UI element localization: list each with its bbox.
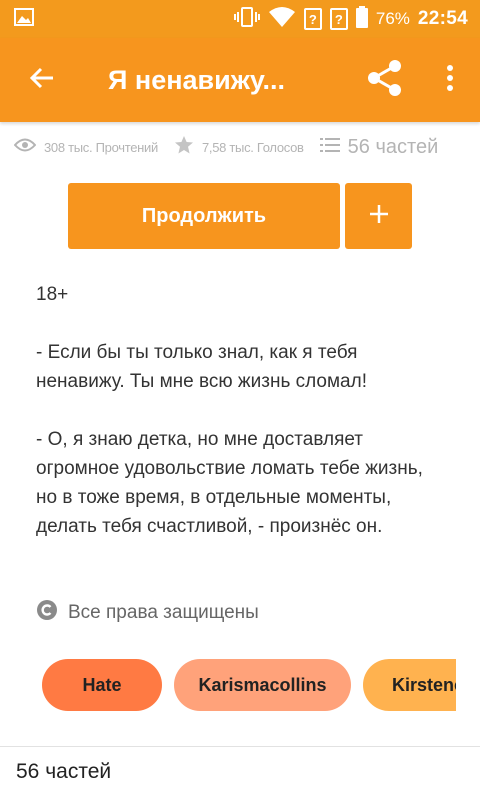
- status-bar: ? ? 76% 22:54: [0, 0, 480, 38]
- page-title: Я ненавижу...: [108, 64, 286, 95]
- vibrate-icon: [233, 6, 260, 33]
- description-paragraph-1: - Если бы ты только знал, как я тебя нен…: [36, 342, 367, 392]
- sim2-icon: ?: [329, 8, 348, 30]
- plus-icon: [368, 203, 390, 230]
- more-options-button[interactable]: [420, 38, 480, 122]
- eye-icon: [13, 138, 37, 157]
- parts-count: 56 частей: [347, 135, 439, 158]
- parts-stat: 56 частей: [319, 135, 439, 159]
- divider: [0, 746, 480, 747]
- battery-icon: [355, 5, 368, 33]
- star-icon: [174, 135, 194, 160]
- add-to-library-button[interactable]: [345, 183, 412, 249]
- description-paragraph-2: - О, я знаю детка, но мне доставляет огр…: [36, 429, 423, 537]
- copyright-icon: [36, 599, 58, 627]
- clock: 22:54: [417, 8, 468, 29]
- continue-reading-button[interactable]: Продолжить: [68, 183, 340, 249]
- battery-percent: 76%: [375, 9, 410, 28]
- reads-stat: 308 тыс. Прочтений: [13, 138, 158, 157]
- list-icon: [319, 137, 340, 158]
- votes-stat: 7,58 тыс. Голосов: [174, 135, 304, 160]
- story-stats: 308 тыс. Прочтений 7,58 тыс. Голосов 56 …: [0, 122, 480, 172]
- wifi-icon: [268, 6, 296, 33]
- more-vertical-icon: [446, 64, 454, 96]
- description-rating: 18+: [36, 284, 69, 305]
- tag-list: Hate Karismacollins Kirstenc: [42, 659, 456, 711]
- copyright-notice: Все права защищены: [36, 599, 259, 627]
- parts-section-header[interactable]: 56 частей: [16, 760, 111, 784]
- copyright-text: Все права защищены: [68, 602, 259, 623]
- tag-chip[interactable]: Karismacollins: [174, 659, 351, 711]
- story-description: 18+ - Если бы ты только знал, как я тебя…: [36, 280, 446, 541]
- back-button[interactable]: [0, 38, 84, 122]
- tag-chip[interactable]: Kirstenc: [363, 659, 456, 711]
- app-bar: Я ненавижу...: [0, 38, 480, 122]
- share-button[interactable]: [350, 38, 420, 122]
- share-icon: [366, 59, 404, 102]
- tag-chip[interactable]: Hate: [42, 659, 162, 711]
- arrow-left-icon: [29, 66, 55, 95]
- votes-count: 7,58 тыс. Голосов: [201, 139, 304, 155]
- reads-count: 308 тыс. Прочтений: [44, 139, 158, 155]
- image-icon: [14, 7, 34, 31]
- sim1-icon: ?: [303, 8, 322, 30]
